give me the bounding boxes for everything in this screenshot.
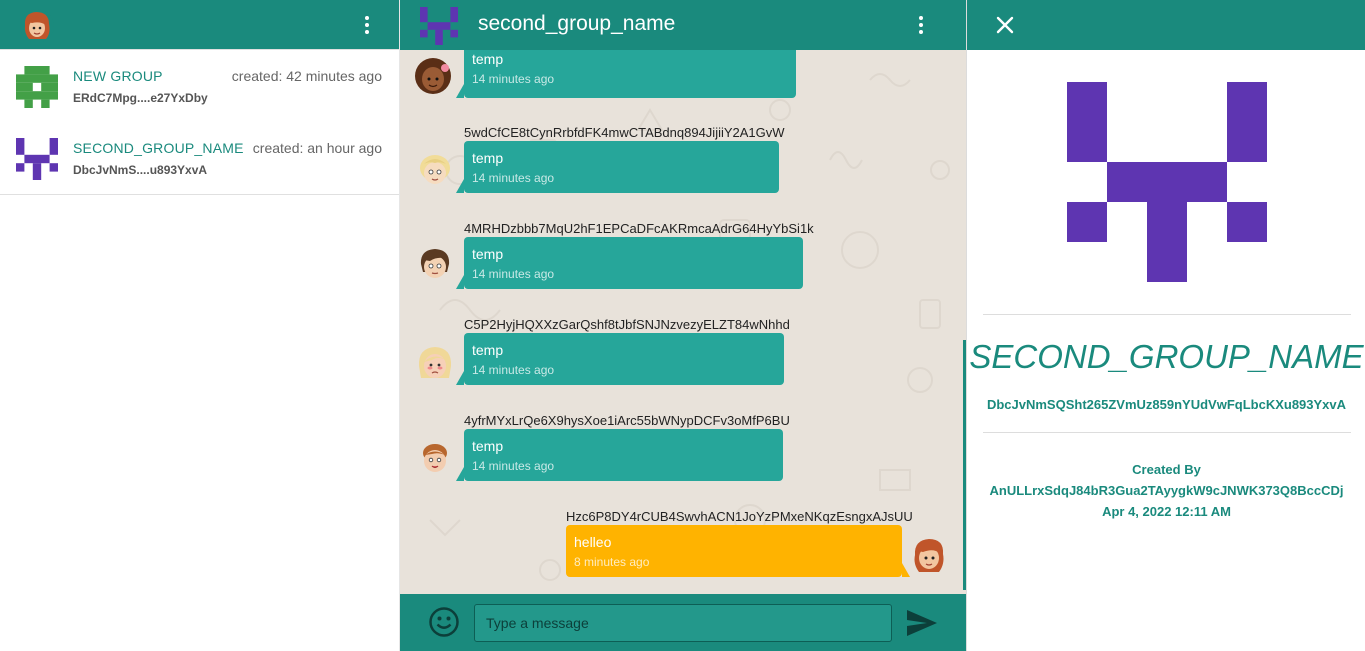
- divider: [983, 314, 1351, 315]
- message-text: helleo: [574, 534, 612, 550]
- identicon-green-icon: [16, 66, 58, 108]
- group-identicon: [1067, 82, 1267, 282]
- emoji-smile-icon[interactable]: [428, 606, 460, 638]
- message-sender: Hzc6P8DY4rCUB4SwvhACN1JoYzPMxeNKqzEsngxA…: [566, 509, 913, 524]
- group-list-panel: NEW GROUP ERdC7Mpg....e27YxDby created: …: [0, 0, 400, 651]
- created-date: Apr 4, 2022 12:11 AM: [1102, 504, 1231, 519]
- message-text: temp: [472, 342, 504, 358]
- info-header: [967, 0, 1365, 50]
- close-icon[interactable]: [993, 13, 1017, 37]
- group-id: ERdC7Mpg....e27YxDby: [73, 91, 208, 105]
- group-name-title: SECOND_GROUP_NAME: [969, 338, 1364, 375]
- message-bubble-own: helleo 8 minutes ago: [566, 525, 902, 577]
- message-text: temp: [472, 246, 504, 262]
- group-id-full: DbcJvNmSQSht265ZVmUz859nYUdVwFqLbcKXu893…: [986, 397, 1347, 412]
- message-time: 14 minutes ago: [472, 363, 555, 377]
- identicon-purple-icon: [16, 138, 58, 180]
- message-time: 14 minutes ago: [472, 171, 555, 185]
- message-time: 14 minutes ago: [472, 267, 555, 281]
- send-icon[interactable]: [905, 607, 939, 639]
- group-id: DbcJvNmS....u893YxvA: [73, 163, 208, 177]
- sender-avatar[interactable]: [414, 148, 456, 190]
- sender-avatar[interactable]: [412, 54, 454, 96]
- message-text: temp: [472, 150, 504, 166]
- message-input[interactable]: [474, 604, 892, 642]
- message-time: 14 minutes ago: [472, 72, 555, 86]
- divider: [983, 432, 1351, 433]
- group-info-panel: SECOND_GROUP_NAME DbcJvNmSQSht265ZVmUz85…: [966, 0, 1365, 651]
- sender-avatar[interactable]: [414, 242, 456, 284]
- message-bubble: temp 14 minutes ago: [464, 237, 803, 289]
- message-bubble: temp 14 minutes ago: [464, 50, 796, 98]
- sender-avatar[interactable]: [414, 436, 456, 478]
- group-item-second-group[interactable]: SECOND_GROUP_NAME DbcJvNmS....u893YxvA c…: [0, 122, 399, 194]
- message-list[interactable]: temp 14 minutes ago 5wdCfCE8tCynRrbfdFK4…: [400, 50, 966, 594]
- message-bubble: temp 14 minutes ago: [464, 141, 779, 193]
- chat-app: NEW GROUP ERdC7Mpg....e27YxDby created: …: [0, 0, 1365, 651]
- created-by-label: Created By: [1132, 462, 1201, 477]
- message-sender: 4MRHDzbbb7MqU2hF1EPCaDFcAKRmcaAdrG64HyYb…: [464, 221, 814, 236]
- message-text: temp: [472, 51, 504, 67]
- message-bubble: temp 14 minutes ago: [464, 429, 783, 481]
- group-created-time: created: 42 minutes ago: [231, 68, 382, 84]
- group-name: SECOND_GROUP_NAME: [73, 140, 244, 156]
- message-time: 14 minutes ago: [472, 459, 555, 473]
- more-vert-icon[interactable]: [909, 9, 933, 41]
- message-time: 8 minutes ago: [574, 555, 650, 569]
- group-name: NEW GROUP: [73, 68, 163, 84]
- message-bubble: temp 14 minutes ago: [464, 333, 784, 385]
- chat-panel: second_group_name temp 14 minutes ago 5w…: [400, 0, 966, 651]
- creator-id: AnULLrxSdqJ84bR3Gua2TAyygkW9cJNWK373Q8Bc…: [989, 483, 1344, 498]
- group-list: NEW GROUP ERdC7Mpg....e27YxDby created: …: [0, 50, 399, 195]
- sender-avatar[interactable]: [414, 342, 456, 384]
- chat-header: second_group_name: [400, 0, 966, 50]
- message-composer: [400, 594, 966, 651]
- left-header: [0, 0, 399, 50]
- group-created-time: created: an hour ago: [252, 140, 382, 156]
- message-sender: 5wdCfCE8tCynRrbfdFK4mwCTABdnq894JijiiY2A…: [464, 125, 785, 140]
- identicon-purple-icon: [420, 7, 458, 45]
- more-vert-icon[interactable]: [355, 9, 379, 41]
- message-text: temp: [472, 438, 504, 454]
- user-avatar[interactable]: [20, 9, 54, 43]
- created-by-block: Created By AnULLrxSdqJ84bR3Gua2TAyygkW9c…: [967, 459, 1365, 522]
- chat-title: second_group_name: [478, 12, 676, 35]
- own-avatar[interactable]: [908, 534, 950, 576]
- message-sender: C5P2HyjHQXXzGarQshf8tJbfSNJNzvezyELZT84w…: [464, 317, 790, 332]
- group-item-new-group[interactable]: NEW GROUP ERdC7Mpg....e27YxDby created: …: [0, 50, 399, 122]
- message-sender: 4yfrMYxLrQe6X9hysXoe1iArc55bWNypDCFv3oMf…: [464, 413, 790, 428]
